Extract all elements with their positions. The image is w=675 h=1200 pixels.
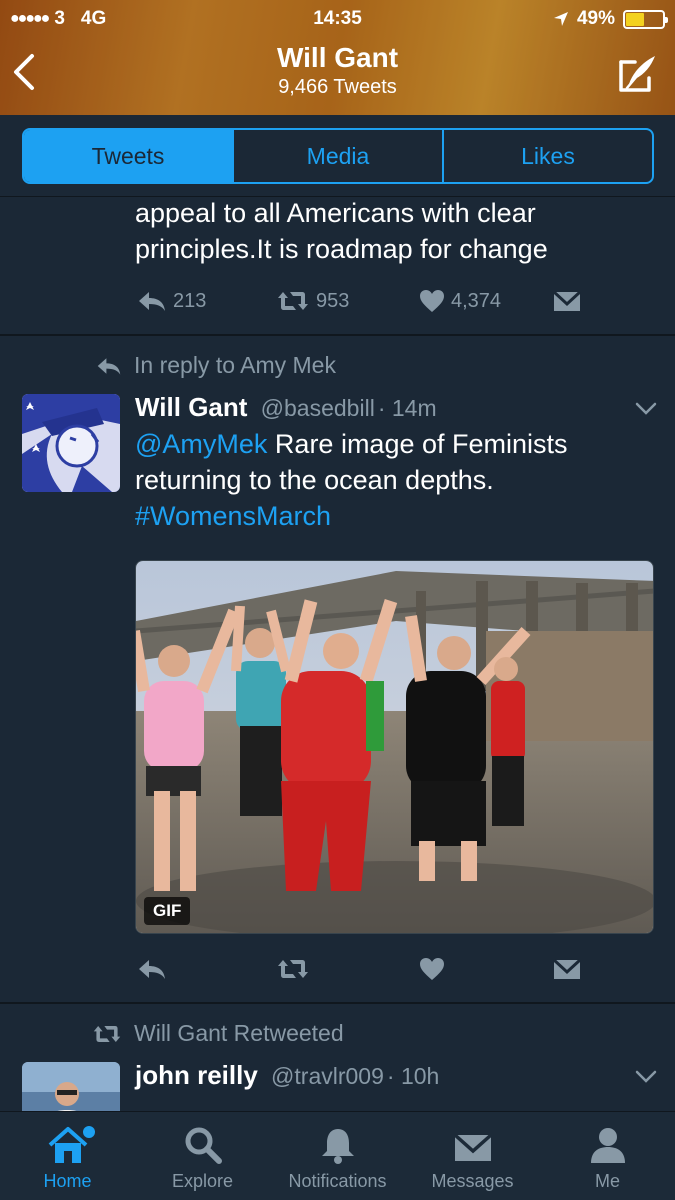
like-count: 4,374 <box>451 289 502 312</box>
tab-home[interactable]: Home <box>0 1112 135 1200</box>
profile-tabs-bar: Tweets Media Likes <box>0 115 675 197</box>
retweet-button[interactable]: 953 <box>276 290 349 313</box>
reply-context: In reply to Amy Mek <box>96 352 336 379</box>
person-icon <box>590 1128 625 1163</box>
like-button[interactable]: 4,374 <box>419 289 501 313</box>
tab-explore-label: Explore <box>171 1171 234 1191</box>
reply-context-text: In reply to Amy Mek <box>134 352 336 378</box>
like-button[interactable] <box>419 957 445 981</box>
tweet-actions: 213 953 4,374 <box>0 286 675 316</box>
home-new-dot <box>83 1126 95 1138</box>
reply-icon <box>139 960 165 979</box>
heart-icon <box>420 958 444 980</box>
author-handle[interactable]: @basedbill <box>261 395 375 421</box>
heart-icon <box>420 290 444 312</box>
search-icon <box>185 1127 222 1164</box>
reply-button[interactable] <box>137 958 167 980</box>
tweet-card[interactable]: appeal to all Americans with clear princ… <box>0 198 675 334</box>
profile-header: ●●●●● 3 4G 14:35 49% Will Gant 9,466 Twe… <box>0 0 675 115</box>
dm-button[interactable] <box>553 290 581 312</box>
hashtag-link[interactable]: #WomensMarch <box>135 501 331 531</box>
tweet-text-line: appeal to all Americans with clear <box>135 198 536 228</box>
tweet-text-segment: Rare image of Feminists <box>267 429 568 459</box>
reply-icon <box>139 292 165 311</box>
tweet-text: @AmyMek Rare image of Feminists returnin… <box>135 426 655 534</box>
tab-explore[interactable]: Explore <box>135 1112 270 1200</box>
retweet-context-text: Will Gant Retweeted <box>134 1020 344 1046</box>
mention-link[interactable]: @AmyMek <box>135 429 267 459</box>
tweet-author-line: john reilly @travlr009 · 10h <box>135 1060 439 1091</box>
reply-button[interactable]: 213 <box>137 290 206 313</box>
tab-home-label: Home <box>43 1171 92 1191</box>
tab-tweets[interactable]: Tweets <box>24 130 234 182</box>
compose-tweet-icon[interactable] <box>615 52 659 96</box>
author-name[interactable]: Will Gant <box>135 392 247 422</box>
dm-button[interactable] <box>553 958 581 980</box>
tab-messages-label: Messages <box>431 1171 514 1191</box>
profile-tabs: Tweets Media Likes <box>22 128 654 184</box>
tweet-time: · 10h <box>386 1063 440 1089</box>
tweet-card[interactable]: In reply to Amy Mek Will Gant @basedbill… <box>0 336 675 1002</box>
retweet-count: 953 <box>316 289 350 312</box>
tweet-actions <box>0 954 675 984</box>
retweet-icon <box>278 960 308 978</box>
gif-media[interactable]: GIF <box>135 560 654 934</box>
envelope-icon <box>453 1133 492 1161</box>
battery-percent: 49% <box>576 8 615 29</box>
envelope-icon <box>553 290 581 311</box>
tab-likes[interactable]: Likes <box>444 130 652 182</box>
author-handle[interactable]: @travlr009 <box>271 1063 384 1089</box>
avatar[interactable] <box>22 1062 120 1111</box>
tweet-text: appeal to all Americans with clear princ… <box>135 198 655 267</box>
reply-count: 213 <box>173 289 207 312</box>
tweet-text-line: principles.It is roadmap for change <box>135 234 548 264</box>
avatar[interactable] <box>22 394 120 492</box>
tweet-time: · 14m <box>377 395 437 421</box>
tab-notifications[interactable]: Notifications <box>270 1112 405 1200</box>
reply-icon <box>97 357 121 375</box>
tweet-author-line: Will Gant @basedbill · 14m <box>135 392 437 423</box>
bell-icon <box>321 1129 354 1164</box>
retweet-button[interactable] <box>276 958 310 980</box>
location-arrow-icon <box>553 12 568 26</box>
page-title: Will Gant 9,466 Tweets <box>0 42 675 99</box>
chevron-down-icon[interactable] <box>635 402 657 416</box>
retweet-context: Will Gant Retweeted <box>92 1020 344 1047</box>
avatar-photo <box>22 1062 120 1111</box>
chevron-down-icon[interactable] <box>635 1070 657 1084</box>
battery-icon <box>623 9 668 29</box>
tweet-count: 9,466 Tweets <box>278 76 397 98</box>
tab-me-label: Me <box>594 1171 620 1191</box>
gif-preview-image <box>136 561 653 933</box>
tweet-text-line: returning to the ocean depths. <box>135 465 494 495</box>
timeline[interactable]: appeal to all Americans with clear princ… <box>0 198 675 1111</box>
gif-badge: GIF <box>144 897 191 925</box>
battery-info: 49% <box>553 8 668 30</box>
author-name[interactable]: john reilly <box>135 1060 258 1090</box>
tab-notifications-label: Notifications <box>288 1171 387 1191</box>
tab-media[interactable]: Media <box>234 130 444 182</box>
tab-messages[interactable]: Messages <box>405 1112 540 1200</box>
tweet-card[interactable]: Will Gant Retweeted john reilly @travlr0… <box>0 1004 675 1111</box>
retweet-icon <box>278 292 308 310</box>
envelope-icon <box>553 958 581 979</box>
bottom-tab-bar: Home Explore Notifications Messages Me <box>0 1111 675 1200</box>
tab-me[interactable]: Me <box>540 1112 675 1200</box>
avatar-illustration <box>22 394 120 492</box>
profile-name: Will Gant <box>276 42 399 73</box>
status-bar: ●●●●● 3 4G 14:35 49% <box>0 6 675 34</box>
retweet-icon <box>93 1025 121 1042</box>
